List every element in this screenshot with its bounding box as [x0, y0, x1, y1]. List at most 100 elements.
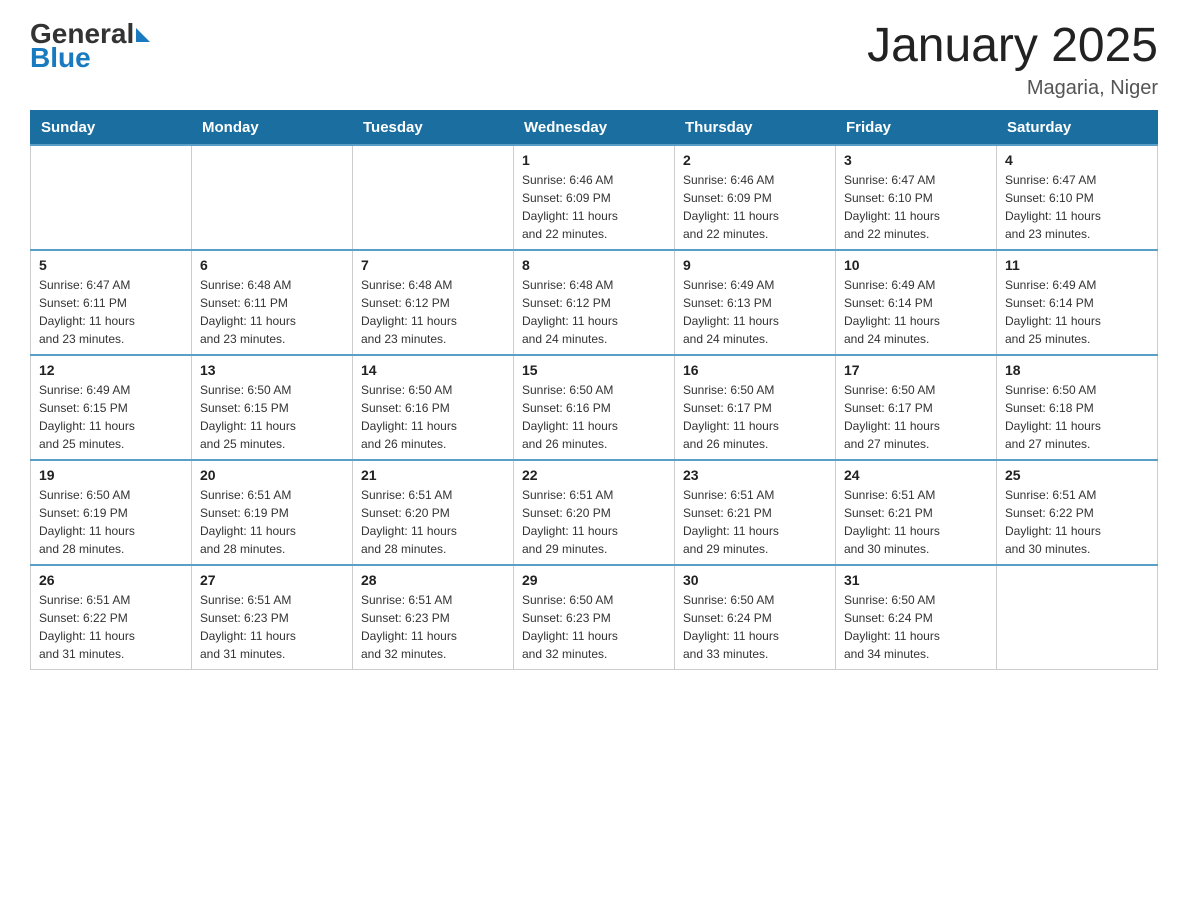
calendar-cell: 26 Sunrise: 6:51 AM Sunset: 6:22 PM Dayli… — [31, 565, 192, 670]
calendar-header-tuesday: Tuesday — [353, 110, 514, 145]
calendar-header-saturday: Saturday — [997, 110, 1158, 145]
day-info: Sunrise: 6:51 AM Sunset: 6:21 PM Dayligh… — [844, 486, 988, 558]
day-info: Sunrise: 6:47 AM Sunset: 6:10 PM Dayligh… — [1005, 171, 1149, 243]
calendar-cell: 3 Sunrise: 6:47 AM Sunset: 6:10 PM Daylig… — [836, 145, 997, 250]
calendar-header-thursday: Thursday — [675, 110, 836, 145]
calendar-week-4: 19 Sunrise: 6:50 AM Sunset: 6:19 PM Dayli… — [31, 460, 1158, 565]
calendar-cell: 12 Sunrise: 6:49 AM Sunset: 6:15 PM Dayli… — [31, 355, 192, 460]
calendar-cell: 20 Sunrise: 6:51 AM Sunset: 6:19 PM Dayli… — [192, 460, 353, 565]
day-number: 8 — [522, 257, 666, 273]
day-info: Sunrise: 6:50 AM Sunset: 6:17 PM Dayligh… — [844, 381, 988, 453]
calendar-cell: 6 Sunrise: 6:48 AM Sunset: 6:11 PM Daylig… — [192, 250, 353, 355]
page-header: General Blue January 2025 Magaria, Niger — [30, 20, 1158, 100]
logo: General Blue — [30, 20, 150, 72]
day-info: Sunrise: 6:51 AM Sunset: 6:19 PM Dayligh… — [200, 486, 344, 558]
calendar-cell: 9Sunrise: 6:49 AM Sunset: 6:13 PM Daylig… — [675, 250, 836, 355]
logo-blue: Blue — [30, 44, 150, 72]
day-info: Sunrise: 6:50 AM Sunset: 6:18 PM Dayligh… — [1005, 381, 1149, 453]
calendar-week-1: 1Sunrise: 6:46 AM Sunset: 6:09 PM Daylig… — [31, 145, 1158, 250]
calendar-cell: 23Sunrise: 6:51 AM Sunset: 6:21 PM Dayli… — [675, 460, 836, 565]
day-info: Sunrise: 6:48 AM Sunset: 6:12 PM Dayligh… — [361, 276, 505, 348]
day-info: Sunrise: 6:48 AM Sunset: 6:11 PM Dayligh… — [200, 276, 344, 348]
calendar-header-monday: Monday — [192, 110, 353, 145]
day-info: Sunrise: 6:50 AM Sunset: 6:17 PM Dayligh… — [683, 381, 827, 453]
calendar-cell: 5 Sunrise: 6:47 AM Sunset: 6:11 PM Daylig… — [31, 250, 192, 355]
calendar-cell: 22 Sunrise: 6:51 AM Sunset: 6:20 PM Dayli… — [514, 460, 675, 565]
day-number: 1 — [522, 152, 666, 168]
day-info: Sunrise: 6:50 AM Sunset: 6:23 PM Dayligh… — [522, 591, 666, 663]
calendar-cell: 18 Sunrise: 6:50 AM Sunset: 6:18 PM Dayli… — [997, 355, 1158, 460]
day-number: 10 — [844, 257, 988, 273]
day-info: Sunrise: 6:47 AM Sunset: 6:10 PM Dayligh… — [844, 171, 988, 243]
day-info: Sunrise: 6:50 AM Sunset: 6:16 PM Dayligh… — [522, 381, 666, 453]
calendar-cell: 4 Sunrise: 6:47 AM Sunset: 6:10 PM Daylig… — [997, 145, 1158, 250]
day-info: Sunrise: 6:51 AM Sunset: 6:23 PM Dayligh… — [200, 591, 344, 663]
calendar-header-wednesday: Wednesday — [514, 110, 675, 145]
day-number: 3 — [844, 152, 988, 168]
calendar-cell: 1Sunrise: 6:46 AM Sunset: 6:09 PM Daylig… — [514, 145, 675, 250]
day-number: 4 — [1005, 152, 1149, 168]
day-info: Sunrise: 6:50 AM Sunset: 6:16 PM Dayligh… — [361, 381, 505, 453]
calendar-cell — [31, 145, 192, 250]
day-number: 11 — [1005, 257, 1149, 273]
calendar-cell: 27 Sunrise: 6:51 AM Sunset: 6:23 PM Dayli… — [192, 565, 353, 670]
day-info: Sunrise: 6:50 AM Sunset: 6:24 PM Dayligh… — [683, 591, 827, 663]
day-number: 24 — [844, 467, 988, 483]
calendar-header-sunday: Sunday — [31, 110, 192, 145]
calendar-cell: 28Sunrise: 6:51 AM Sunset: 6:23 PM Dayli… — [353, 565, 514, 670]
calendar-cell: 11Sunrise: 6:49 AM Sunset: 6:14 PM Dayli… — [997, 250, 1158, 355]
day-number: 31 — [844, 572, 988, 588]
calendar-cell: 2Sunrise: 6:46 AM Sunset: 6:09 PM Daylig… — [675, 145, 836, 250]
calendar-cell: 8 Sunrise: 6:48 AM Sunset: 6:12 PM Daylig… — [514, 250, 675, 355]
calendar-location: Magaria, Niger — [867, 77, 1158, 100]
day-number: 30 — [683, 572, 827, 588]
day-number: 12 — [39, 362, 183, 378]
day-number: 28 — [361, 572, 505, 588]
day-info: Sunrise: 6:49 AM Sunset: 6:15 PM Dayligh… — [39, 381, 183, 453]
day-info: Sunrise: 6:50 AM Sunset: 6:19 PM Dayligh… — [39, 486, 183, 558]
day-number: 9 — [683, 257, 827, 273]
day-number: 27 — [200, 572, 344, 588]
calendar-cell: 31 Sunrise: 6:50 AM Sunset: 6:24 PM Dayli… — [836, 565, 997, 670]
calendar-cell: 21Sunrise: 6:51 AM Sunset: 6:20 PM Dayli… — [353, 460, 514, 565]
calendar-cell: 7 Sunrise: 6:48 AM Sunset: 6:12 PM Daylig… — [353, 250, 514, 355]
day-number: 29 — [522, 572, 666, 588]
day-info: Sunrise: 6:51 AM Sunset: 6:22 PM Dayligh… — [39, 591, 183, 663]
day-number: 19 — [39, 467, 183, 483]
day-number: 20 — [200, 467, 344, 483]
calendar-cell: 19 Sunrise: 6:50 AM Sunset: 6:19 PM Dayli… — [31, 460, 192, 565]
calendar-cell: 24 Sunrise: 6:51 AM Sunset: 6:21 PM Dayli… — [836, 460, 997, 565]
day-number: 17 — [844, 362, 988, 378]
day-number: 22 — [522, 467, 666, 483]
day-number: 14 — [361, 362, 505, 378]
calendar-title: January 2025 — [867, 20, 1158, 73]
day-info: Sunrise: 6:48 AM Sunset: 6:12 PM Dayligh… — [522, 276, 666, 348]
day-info: Sunrise: 6:51 AM Sunset: 6:20 PM Dayligh… — [522, 486, 666, 558]
day-info: Sunrise: 6:51 AM Sunset: 6:22 PM Dayligh… — [1005, 486, 1149, 558]
calendar-header-row: SundayMondayTuesdayWednesdayThursdayFrid… — [31, 110, 1158, 145]
day-number: 18 — [1005, 362, 1149, 378]
calendar-cell: 30 Sunrise: 6:50 AM Sunset: 6:24 PM Dayli… — [675, 565, 836, 670]
day-number: 2 — [683, 152, 827, 168]
calendar-cell: 14 Sunrise: 6:50 AM Sunset: 6:16 PM Dayli… — [353, 355, 514, 460]
calendar-cell: 16Sunrise: 6:50 AM Sunset: 6:17 PM Dayli… — [675, 355, 836, 460]
day-number: 7 — [361, 257, 505, 273]
day-info: Sunrise: 6:51 AM Sunset: 6:20 PM Dayligh… — [361, 486, 505, 558]
calendar-week-2: 5 Sunrise: 6:47 AM Sunset: 6:11 PM Daylig… — [31, 250, 1158, 355]
calendar-week-5: 26 Sunrise: 6:51 AM Sunset: 6:22 PM Dayli… — [31, 565, 1158, 670]
day-number: 6 — [200, 257, 344, 273]
day-number: 15 — [522, 362, 666, 378]
day-number: 13 — [200, 362, 344, 378]
calendar-cell: 10 Sunrise: 6:49 AM Sunset: 6:14 PM Dayli… — [836, 250, 997, 355]
day-number: 26 — [39, 572, 183, 588]
day-info: Sunrise: 6:47 AM Sunset: 6:11 PM Dayligh… — [39, 276, 183, 348]
calendar-cell: 17 Sunrise: 6:50 AM Sunset: 6:17 PM Dayli… — [836, 355, 997, 460]
title-section: January 2025 Magaria, Niger — [867, 20, 1158, 100]
day-info: Sunrise: 6:50 AM Sunset: 6:24 PM Dayligh… — [844, 591, 988, 663]
day-info: Sunrise: 6:49 AM Sunset: 6:14 PM Dayligh… — [844, 276, 988, 348]
day-number: 5 — [39, 257, 183, 273]
logo-arrow-icon — [136, 28, 150, 42]
calendar-header-friday: Friday — [836, 110, 997, 145]
calendar-cell: 15 Sunrise: 6:50 AM Sunset: 6:16 PM Dayli… — [514, 355, 675, 460]
day-info: Sunrise: 6:50 AM Sunset: 6:15 PM Dayligh… — [200, 381, 344, 453]
